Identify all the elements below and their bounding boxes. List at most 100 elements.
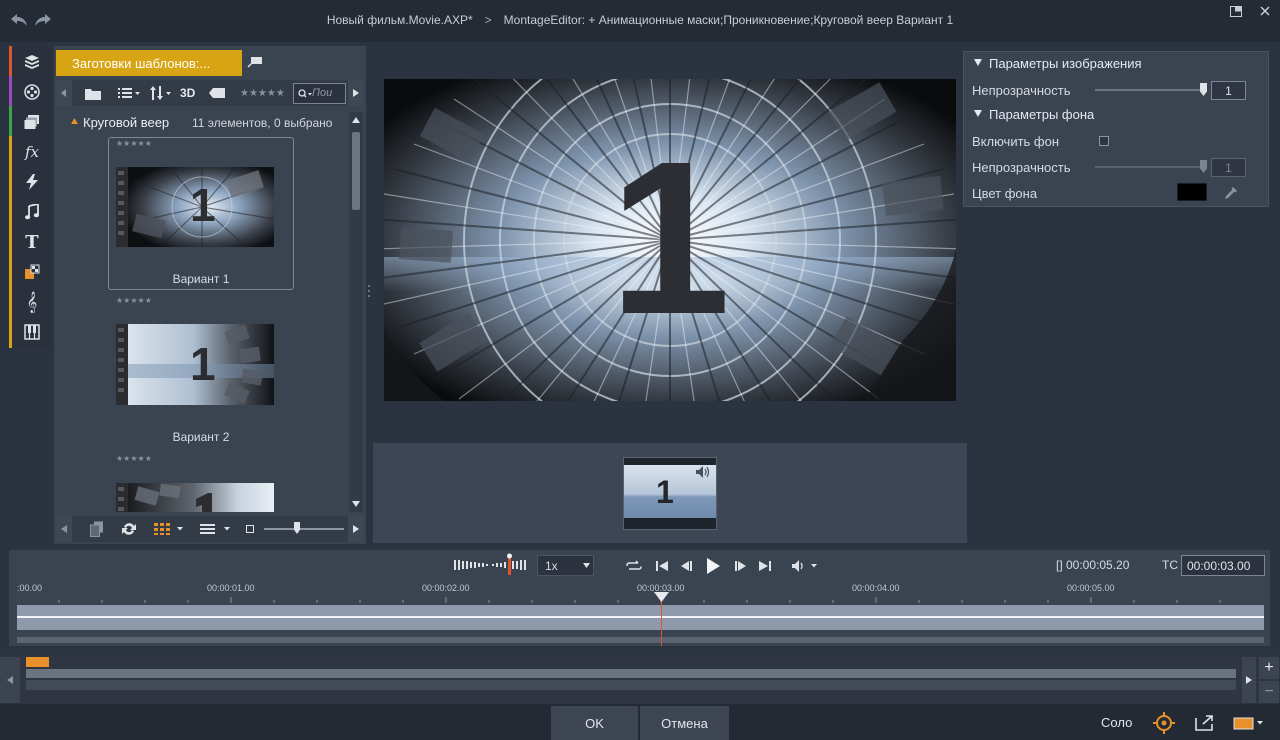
bg-opacity-value-field[interactable]: 1	[1211, 158, 1246, 177]
overview-range-marker[interactable]	[26, 657, 49, 667]
stack-icon[interactable]	[12, 108, 52, 136]
bg-color-swatch[interactable]	[1177, 183, 1207, 201]
library-bottom-toolbar	[56, 516, 364, 542]
refresh-icon[interactable]	[120, 520, 138, 538]
library-group-header[interactable]: Круговой веер 11 элементов, 0 выбрано	[56, 112, 348, 132]
text-tool-icon[interactable]: T	[12, 228, 52, 256]
3d-filter-button[interactable]: 3D	[180, 86, 195, 100]
rating-filter[interactable]: ★★★★★	[240, 88, 285, 99]
back-arrow-icon[interactable]	[56, 80, 72, 106]
loop-icon[interactable]	[624, 557, 644, 575]
overview-scroll-right[interactable]	[1242, 657, 1256, 703]
enable-bg-checkbox[interactable]	[1099, 136, 1109, 146]
close-window-icon[interactable]	[1257, 4, 1273, 18]
playback-speed-select[interactable]: 1x	[537, 555, 594, 576]
library-category-bar: fx T 𝄞	[12, 46, 52, 348]
music-note-icon[interactable]	[12, 198, 52, 226]
forward-arrow-button[interactable]	[348, 80, 364, 106]
item-thumbnail[interactable]: 1	[116, 324, 274, 405]
panel-splitter[interactable]	[367, 284, 371, 300]
list-view-icon[interactable]	[116, 83, 142, 103]
folder-icon[interactable]	[82, 83, 104, 103]
project-name: Новый фильм.Movie.AXP	[326, 13, 468, 27]
thumbnail-size-slider[interactable]	[264, 528, 344, 530]
time-ruler[interactable]	[17, 597, 1264, 603]
pin-tab-icon[interactable]	[246, 54, 264, 70]
bg-color-label: Цвет фона	[972, 186, 1038, 201]
go-to-end-icon[interactable]	[755, 557, 775, 575]
bg-opacity-slider[interactable]	[1095, 166, 1207, 168]
film-reel-icon[interactable]	[12, 78, 52, 106]
enable-bg-label: Включить фон	[972, 134, 1060, 149]
item-thumbnail[interactable]	[116, 483, 274, 512]
slider-handle[interactable]	[294, 522, 300, 534]
solo-label[interactable]: Соло	[1101, 715, 1132, 730]
library-tab[interactable]: Заготовки шаблонов:...	[56, 50, 242, 76]
opacity-label: Непрозрачность	[972, 83, 1071, 98]
tag-icon[interactable]	[208, 85, 226, 101]
scrollbar-thumb[interactable]	[352, 132, 360, 210]
overview-track[interactable]	[26, 669, 1236, 678]
speed-value: 1x	[545, 559, 558, 573]
fx-icon[interactable]: fx	[12, 138, 52, 166]
item-label: Вариант 2	[172, 430, 230, 444]
go-to-start-icon[interactable]	[652, 557, 672, 575]
timecode-field[interactable]: 00:00:03.00	[1181, 555, 1265, 576]
ok-button[interactable]: OK	[551, 706, 638, 740]
color-theme-icon[interactable]	[1231, 713, 1267, 733]
treble-clef-icon[interactable]: 𝄞	[12, 288, 52, 316]
export-icon[interactable]	[1193, 713, 1217, 733]
volume-icon[interactable]	[790, 557, 820, 575]
opacity-slider-handle[interactable]	[1200, 83, 1207, 96]
piano-icon[interactable]	[12, 318, 52, 346]
copy-icon[interactable]	[88, 520, 106, 538]
library-item-list: ★★★★★ 1 Вариант 1 ★★★★★ 1 Вариант 2 ★★★★…	[56, 132, 348, 512]
lightning-icon[interactable]	[12, 168, 52, 196]
shuttle-control[interactable]	[452, 553, 530, 575]
grid-view-icon[interactable]	[152, 520, 186, 538]
thumb-digit: 1	[190, 179, 216, 231]
previous-frame-icon[interactable]	[676, 557, 696, 575]
small-size-icon[interactable]	[246, 525, 254, 533]
ruler-label: 00:00:05.00	[1067, 583, 1115, 593]
ruler-label: 00:00:01.00	[207, 583, 255, 593]
bg-opacity-label: Непрозрачность	[972, 160, 1071, 175]
group-info: 11 элементов, 0 выбрано	[192, 116, 333, 130]
clip-digit: 1	[656, 474, 674, 510]
restore-window-icon[interactable]	[1228, 4, 1244, 18]
bg-params-header[interactable]: Параметры фона	[989, 107, 1094, 122]
editor-path: MontageEditor: + Анимационные маски;Прон…	[503, 13, 954, 27]
target-icon[interactable]	[1152, 711, 1176, 735]
bg-opacity-slider-handle[interactable]	[1200, 160, 1207, 173]
parameters-panel: Параметры изображения Непрозрачность 1 П…	[963, 51, 1269, 207]
overview-scroll-left[interactable]	[0, 657, 20, 703]
modified-flag: *	[467, 13, 473, 27]
mask-icon[interactable]	[12, 258, 52, 286]
ruler-label: 00:00:03.00	[637, 583, 685, 593]
library-scrollbar[interactable]	[349, 112, 363, 512]
search-icon[interactable]	[297, 88, 313, 100]
item-thumbnail: 1	[116, 167, 274, 247]
preview-digit: 1	[609, 117, 731, 360]
window-title: Новый фильм.Movie.AXP* > MontageEditor: + …	[0, 13, 1280, 27]
timecode-label: TC	[1162, 558, 1178, 572]
cancel-button[interactable]: Отмена	[640, 706, 729, 740]
scroll-right-button[interactable]	[348, 516, 364, 542]
package-icon[interactable]	[12, 48, 52, 76]
zoom-in-button[interactable]: +	[1259, 657, 1279, 679]
play-icon[interactable]	[702, 555, 724, 577]
timeline-scrollbar[interactable]	[17, 637, 1264, 643]
next-frame-icon[interactable]	[731, 557, 751, 575]
clip-thumbnail[interactable]: 1	[623, 457, 717, 530]
scroll-left-button[interactable]	[56, 516, 72, 542]
eyedropper-icon[interactable]	[1223, 185, 1239, 201]
opacity-value-field[interactable]: 1	[1211, 81, 1246, 100]
opacity-slider[interactable]	[1095, 89, 1207, 91]
thumb-digit: 1	[190, 338, 216, 390]
zoom-out-button[interactable]: −	[1259, 681, 1279, 703]
clip-duration: [] 00:00:05.20	[1056, 558, 1130, 572]
sort-icon[interactable]	[148, 83, 174, 103]
image-params-header[interactable]: Параметры изображения	[989, 56, 1142, 71]
details-view-icon[interactable]	[198, 520, 234, 538]
group-name: Круговой веер	[83, 115, 170, 130]
